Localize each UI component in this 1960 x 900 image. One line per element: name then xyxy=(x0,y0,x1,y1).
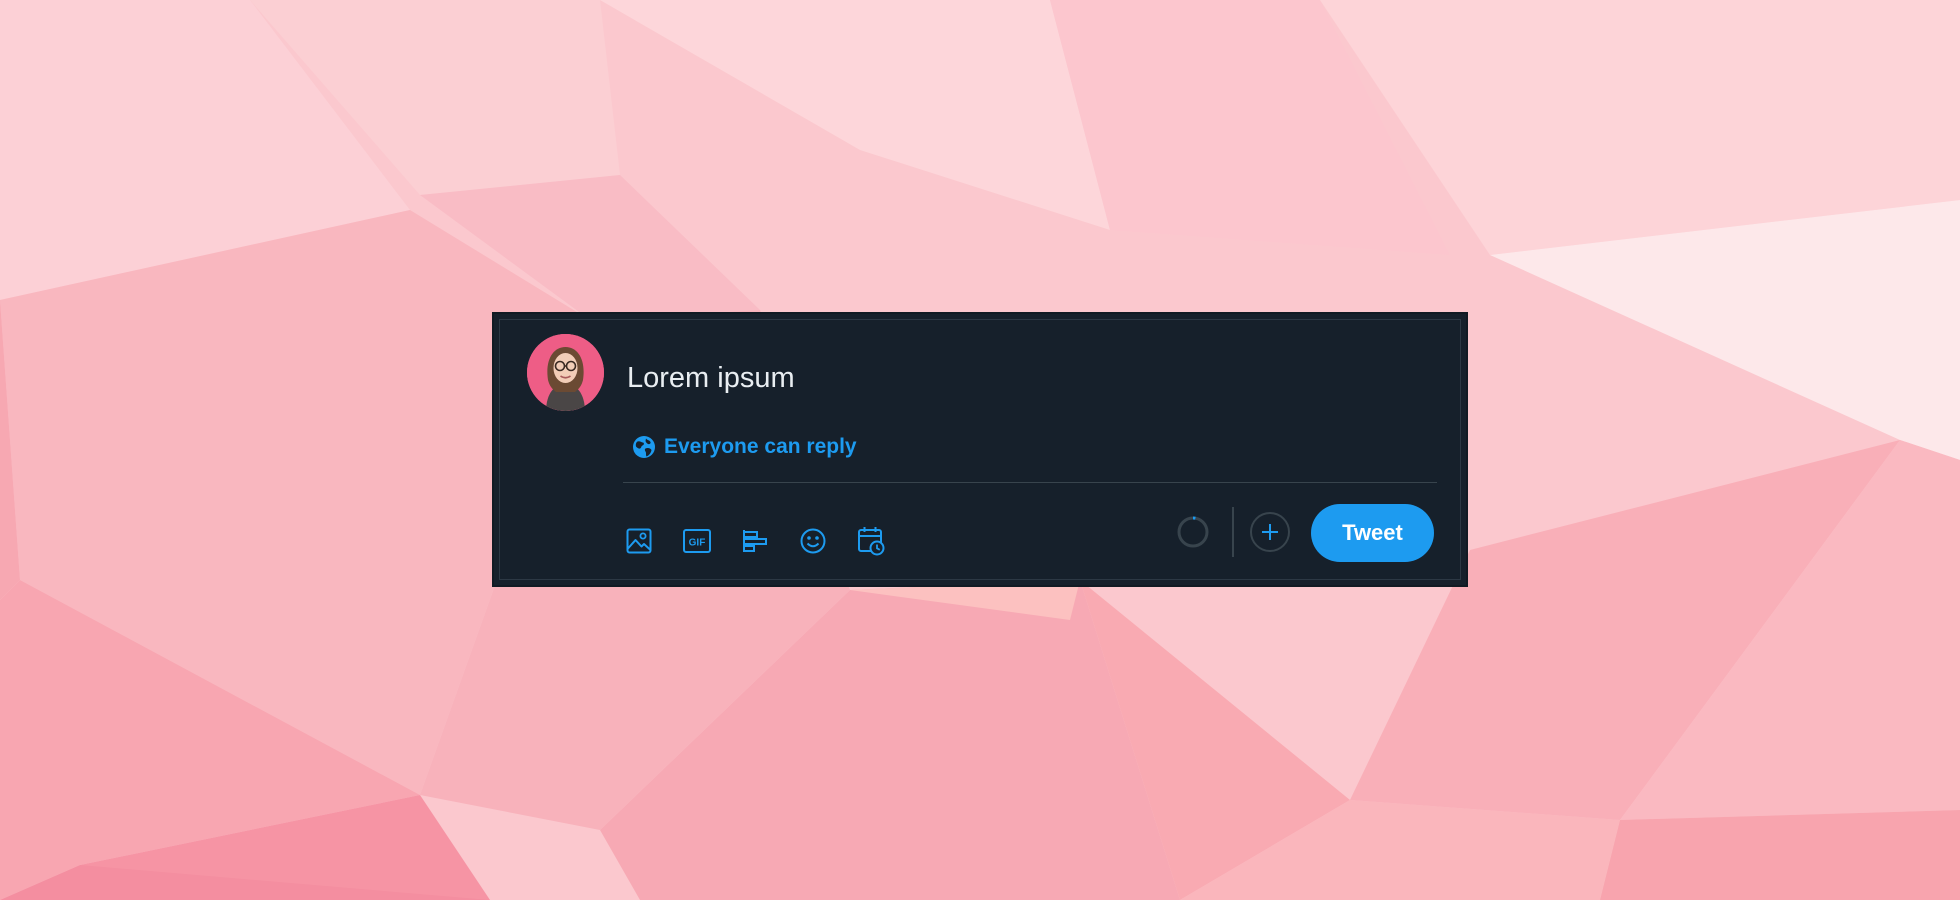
image-icon xyxy=(626,528,652,554)
media-toolbar: GIF xyxy=(622,516,912,566)
emoji-icon xyxy=(800,528,826,554)
avatar-image xyxy=(527,334,604,411)
poll-icon xyxy=(743,530,767,552)
schedule-button[interactable] xyxy=(854,524,888,558)
divider xyxy=(623,482,1437,483)
tweet-composer: Everyone can reply GIF xyxy=(492,312,1468,587)
plus-icon xyxy=(1262,524,1278,540)
toolbar-separator xyxy=(1232,507,1234,557)
svg-text:GIF: GIF xyxy=(689,538,706,549)
reply-setting-label: Everyone can reply xyxy=(664,435,857,458)
reply-setting-button[interactable]: Everyone can reply xyxy=(632,432,857,462)
tweet-text-input[interactable] xyxy=(627,358,1427,398)
tweet-button[interactable]: Tweet xyxy=(1311,504,1434,562)
avatar[interactable] xyxy=(527,334,604,411)
add-gif-button[interactable]: GIF xyxy=(680,524,714,558)
schedule-icon xyxy=(858,527,885,556)
add-emoji-button[interactable] xyxy=(796,524,830,558)
add-tweet-button[interactable] xyxy=(1250,512,1290,552)
gif-icon: GIF xyxy=(683,529,711,553)
add-image-button[interactable] xyxy=(622,524,656,558)
character-counter-icon xyxy=(1177,516,1209,548)
globe-icon xyxy=(633,436,655,458)
add-poll-button[interactable] xyxy=(738,524,772,558)
